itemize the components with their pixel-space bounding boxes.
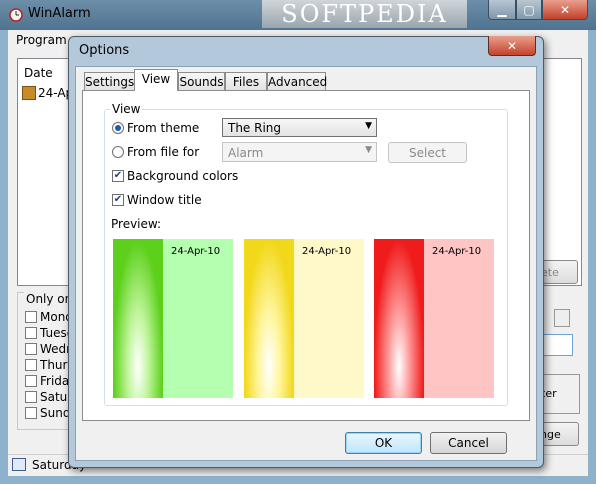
view-group-label: View bbox=[110, 102, 143, 116]
preview-yellow-ring bbox=[244, 239, 294, 398]
tab-advanced[interactable]: Advanced bbox=[267, 72, 327, 91]
day-checkbox-sunday[interactable] bbox=[25, 407, 37, 419]
day-checkbox-tuesday[interactable] bbox=[25, 327, 37, 339]
close-icon: ✕ bbox=[559, 2, 571, 17]
from-file-label[interactable]: From file for bbox=[127, 145, 199, 159]
day-checkbox-thursday[interactable] bbox=[25, 359, 37, 371]
file-dropdown-value: Alarm bbox=[228, 146, 264, 160]
day-checkbox-friday[interactable] bbox=[25, 375, 37, 387]
preview-date: 24-Apr-10 bbox=[302, 246, 352, 257]
theme-dropdown[interactable]: The Ring ▼ bbox=[222, 118, 377, 137]
minimize-button[interactable]: ▁ bbox=[488, 0, 516, 20]
tab-view[interactable]: View bbox=[134, 69, 178, 91]
dialog-title: Options bbox=[79, 43, 130, 58]
tab-settings[interactable]: Settings bbox=[84, 72, 135, 91]
window-title-checkbox[interactable]: ✔ bbox=[112, 194, 124, 206]
from-theme-radio[interactable] bbox=[112, 122, 124, 134]
tab-sounds[interactable]: Sounds bbox=[178, 72, 225, 91]
window-title-label[interactable]: Window title bbox=[127, 193, 202, 207]
from-theme-label[interactable]: From theme bbox=[127, 121, 199, 135]
maximize-icon: ▢ bbox=[523, 2, 535, 17]
day-checkbox-saturday[interactable] bbox=[25, 391, 37, 403]
maximize-button[interactable]: ▢ bbox=[516, 0, 542, 20]
preview-date: 24-Apr-10 bbox=[171, 246, 221, 257]
cancel-button[interactable]: Cancel bbox=[430, 432, 507, 454]
checkmark-icon: ✔ bbox=[113, 194, 123, 205]
background-colors-label[interactable]: Background colors bbox=[127, 169, 238, 183]
select-button[interactable]: Select bbox=[388, 142, 467, 163]
calendar-icon bbox=[12, 458, 26, 471]
softpedia-watermark: SOFTPEDIA bbox=[262, 0, 467, 28]
ok-button[interactable]: OK bbox=[345, 432, 422, 454]
chevron-down-icon: ▼ bbox=[365, 145, 372, 155]
dialog-close-button[interactable]: ✕ bbox=[488, 36, 536, 56]
preview-date: 24-Apr-10 bbox=[432, 246, 482, 257]
close-icon: ✕ bbox=[506, 38, 518, 53]
preview-red-ring bbox=[374, 239, 424, 398]
close-button[interactable]: ✕ bbox=[542, 0, 588, 20]
background-colors-checkbox[interactable]: ✔ bbox=[112, 170, 124, 182]
list-header-date[interactable]: Date bbox=[24, 66, 53, 80]
main-window-title: WinAlarm bbox=[28, 6, 91, 21]
preview-yellow-panel: 24-Apr-10 bbox=[294, 239, 364, 398]
day-checkbox-wednesday[interactable] bbox=[25, 343, 37, 355]
time-spinner[interactable] bbox=[554, 309, 570, 327]
from-file-radio[interactable] bbox=[112, 146, 124, 158]
checkmark-icon: ✔ bbox=[113, 170, 123, 181]
theme-dropdown-value: The Ring bbox=[228, 121, 282, 135]
day-checkbox-monday[interactable] bbox=[25, 311, 37, 323]
alarm-clock-icon bbox=[8, 6, 24, 22]
preview-label: Preview: bbox=[111, 217, 162, 231]
preview-green-panel: 24-Apr-10 bbox=[163, 239, 233, 398]
alarm-item-icon bbox=[22, 86, 36, 100]
preview-green-ring bbox=[113, 239, 163, 398]
preview-red-panel: 24-Apr-10 bbox=[424, 239, 494, 398]
file-dropdown[interactable]: Alarm ▼ bbox=[222, 142, 377, 162]
minimize-icon: ▁ bbox=[497, 2, 507, 17]
tab-files[interactable]: Files bbox=[225, 72, 267, 91]
menu-program[interactable]: Program bbox=[16, 33, 67, 47]
chevron-down-icon: ▼ bbox=[365, 121, 372, 131]
time-input[interactable] bbox=[540, 334, 573, 356]
